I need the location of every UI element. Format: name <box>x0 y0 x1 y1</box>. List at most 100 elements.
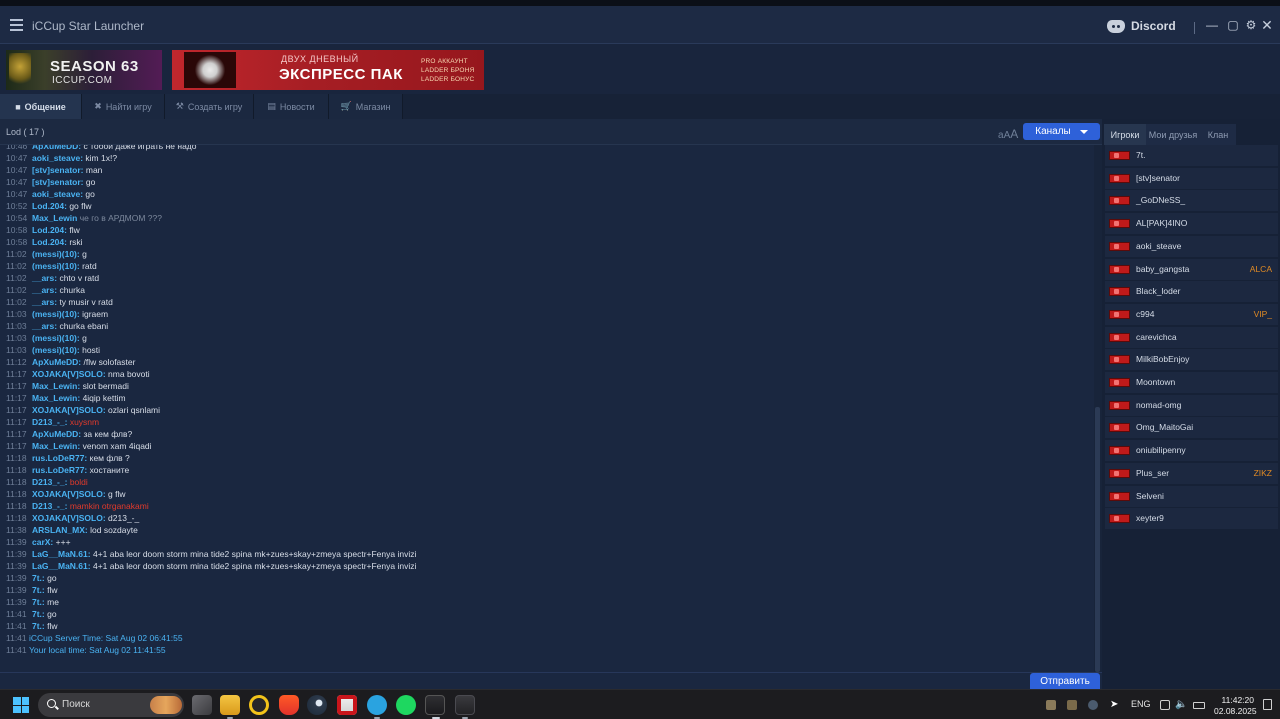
message-nick[interactable]: ARSLAN_MX: <box>32 525 88 535</box>
message-nick[interactable]: __ars: <box>32 273 57 283</box>
player-row[interactable]: [stv]senator <box>1105 167 1278 190</box>
message-nick[interactable]: D213_-_: <box>32 501 67 511</box>
app-red-shield-icon[interactable] <box>337 695 357 715</box>
scrollbar-thumb[interactable] <box>1095 407 1100 672</box>
message-nick[interactable]: 7t.: <box>32 573 45 583</box>
tab-shop[interactable]: 🛒 Магазин <box>329 94 403 119</box>
channels-dropdown-button[interactable]: Каналы <box>1023 123 1100 140</box>
tray-steam-icon[interactable] <box>1088 700 1098 710</box>
message-nick[interactable]: __ars: <box>32 285 57 295</box>
message-nick[interactable]: (messi)(10): <box>32 261 80 271</box>
message-nick[interactable]: rus.LoDeR77: <box>32 453 87 463</box>
discord-button[interactable]: Discord <box>1107 17 1176 35</box>
player-row[interactable]: nomad-omg <box>1105 394 1278 417</box>
notification-icon[interactable] <box>1263 699 1272 710</box>
tab-find-game[interactable]: ✖ Найти игру <box>82 94 165 119</box>
message-nick[interactable]: Max_Lewin: <box>32 441 80 451</box>
tray-telegram-icon[interactable]: ➤ <box>1110 700 1120 710</box>
send-button[interactable]: Отправить <box>1030 673 1100 690</box>
message-nick[interactable]: ApXuMeDD: <box>32 429 81 439</box>
player-row[interactable]: c994 VIP_ <box>1105 303 1278 326</box>
tab-news[interactable]: ▤ Новости <box>254 94 329 119</box>
chat-input[interactable] <box>0 673 1028 690</box>
player-row[interactable]: Plus_ser ZIKZ <box>1105 462 1278 485</box>
tray-app-icon[interactable] <box>1067 700 1077 710</box>
message-nick[interactable]: XOJAKA[V]SOLO: <box>32 513 106 523</box>
tab-clan[interactable]: Клан <box>1200 124 1236 145</box>
message-nick[interactable]: Lod.204: <box>32 225 67 235</box>
language-indicator[interactable]: ENG <box>1131 699 1151 709</box>
message-nick[interactable]: 7t.: <box>32 621 45 631</box>
message-nick[interactable]: ApXuMeDD: <box>32 357 81 367</box>
tab-chat[interactable]: ■ Общение <box>0 94 82 119</box>
message-nick[interactable]: XOJAKA[V]SOLO: <box>32 369 106 379</box>
tab-friends[interactable]: Мои друзья <box>1146 124 1200 145</box>
message-nick[interactable]: [stv]senator: <box>32 177 83 187</box>
app-dark-icon[interactable] <box>455 695 475 715</box>
message-nick[interactable]: aoki_steave: <box>32 189 83 199</box>
message-nick[interactable]: XOJAKA[V]SOLO: <box>32 489 106 499</box>
tray-app-icon[interactable] <box>1046 700 1056 710</box>
message-nick[interactable]: aoki_steave: <box>32 153 83 163</box>
message-nick[interactable]: Lod.204: <box>32 237 67 247</box>
player-row[interactable]: Omg_MaitoGai <box>1105 417 1278 440</box>
minimize-icon[interactable]: — <box>1205 18 1219 32</box>
menu-icon[interactable] <box>10 19 23 31</box>
iccup-launcher-icon[interactable] <box>425 695 445 715</box>
file-explorer-icon[interactable] <box>220 695 240 715</box>
message-nick[interactable]: (messi)(10): <box>32 309 80 319</box>
season-banner[interactable]: SEASON 63 ICCUP.COM <box>6 50 162 90</box>
message-nick[interactable]: XOJAKA[V]SOLO: <box>32 405 106 415</box>
message-nick[interactable]: D213_-_: <box>32 417 67 427</box>
message-nick[interactable]: LaG__MaN.61: <box>32 549 91 559</box>
message-nick[interactable]: (messi)(10): <box>32 333 80 343</box>
taskbar-clock[interactable]: 11:42:20 02.08.2025 <box>1214 695 1257 717</box>
volume-icon[interactable]: 🔈 <box>1175 699 1187 710</box>
player-row[interactable]: aoki_steave <box>1105 235 1278 258</box>
task-view-icon[interactable] <box>192 695 212 715</box>
player-row[interactable]: MilkiBobEnjoy <box>1105 349 1278 372</box>
player-row[interactable]: 7t. <box>1105 145 1278 167</box>
player-row[interactable]: _GoDNeSS_ <box>1105 190 1278 213</box>
message-nick[interactable]: (messi)(10): <box>32 249 80 259</box>
maximize-icon[interactable]: ▢ <box>1226 18 1240 32</box>
player-row[interactable]: baby_gangsta ALCA <box>1105 258 1278 281</box>
message-nick[interactable]: Max_Lewin: <box>32 381 80 391</box>
player-row[interactable]: AL[PAK]4INO <box>1105 213 1278 236</box>
player-row[interactable]: Selveni <box>1105 485 1278 508</box>
player-row[interactable]: xeyter9 <box>1105 508 1278 531</box>
brave-browser-icon[interactable] <box>279 695 299 715</box>
spotify-icon[interactable] <box>396 695 416 715</box>
message-nick[interactable]: carX: <box>32 537 53 547</box>
message-nick[interactable]: __ars: <box>32 321 57 331</box>
steam-icon[interactable] <box>307 695 327 715</box>
taskbar-search[interactable]: Поиск <box>38 693 184 717</box>
message-nick[interactable]: rus.LoDeR77: <box>32 465 87 475</box>
message-nick[interactable]: D213_-_: <box>32 477 67 487</box>
tab-players[interactable]: Игроки <box>1104 124 1146 145</box>
message-nick[interactable]: Max_Lewin: <box>32 393 80 403</box>
message-nick[interactable]: (messi)(10): <box>32 345 80 355</box>
message-nick[interactable]: LaG__MaN.61: <box>32 561 91 571</box>
player-row[interactable]: Black_loder <box>1105 281 1278 304</box>
font-size-toggle[interactable]: aAA <box>998 127 1018 141</box>
settings-gear-icon[interactable]: ⚙ <box>1244 18 1258 32</box>
app-sun-icon[interactable] <box>249 695 269 715</box>
player-row[interactable]: carevichca <box>1105 326 1278 349</box>
message-nick[interactable]: 7t.: <box>32 597 45 607</box>
telegram-icon[interactable] <box>367 695 387 715</box>
close-icon[interactable]: ✕ <box>1260 18 1274 32</box>
message-nick[interactable]: [stv]senator: <box>32 165 83 175</box>
chat-scrollbar[interactable] <box>1094 145 1102 672</box>
battery-icon[interactable] <box>1193 702 1205 709</box>
windows-start-icon[interactable] <box>13 697 29 713</box>
network-icon[interactable] <box>1160 700 1170 710</box>
player-row[interactable]: oniubilipenny <box>1105 440 1278 463</box>
message-nick[interactable]: ApXuMeDD: <box>32 145 81 151</box>
express-pack-banner[interactable]: ДВУХ ДНЕВНЫЙ ЭКСПРЕСС ПАК PRO АККАУНТ LA… <box>172 50 484 90</box>
message-nick[interactable]: 7t.: <box>32 609 45 619</box>
tab-create-game[interactable]: ⚒ Создать игру <box>165 94 254 119</box>
message-nick[interactable]: Lod.204: <box>32 201 67 211</box>
message-nick[interactable]: __ars: <box>32 297 57 307</box>
message-nick[interactable]: Max_Lewin <box>32 213 77 223</box>
